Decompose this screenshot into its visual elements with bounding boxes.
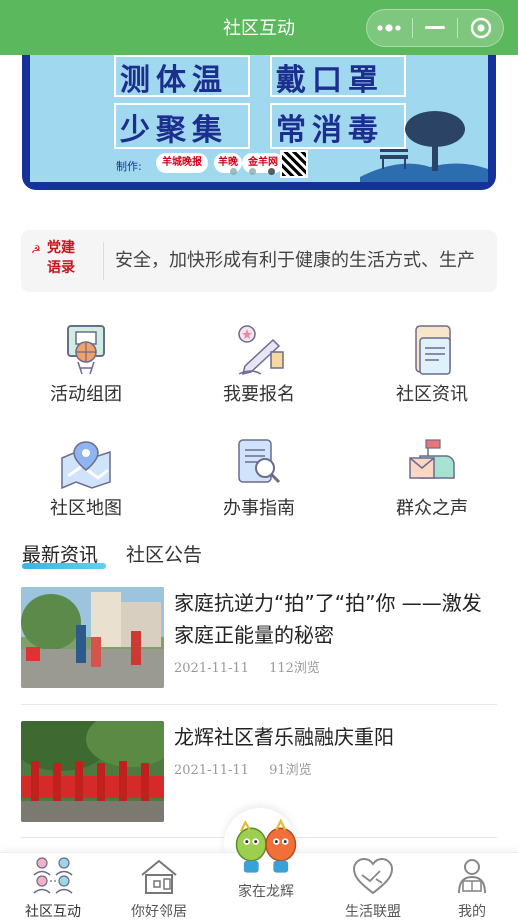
profile-reader-icon (458, 859, 486, 894)
newspaper-logo: 羊城晚报 (156, 153, 208, 173)
active-tab-indicator (22, 563, 106, 569)
banner-carousel[interactable]: 测体温 戴口罩 少聚集 常消毒 制作: 羊城晚报 羊晚 金羊网 (22, 55, 496, 190)
banner-text-mask: 戴口罩 (276, 63, 384, 98)
divider (103, 242, 104, 280)
banner-poster: 测体温 戴口罩 少聚集 常消毒 制作: 羊城晚报 羊晚 金羊网 (30, 55, 488, 182)
news-thumbnail (21, 587, 164, 688)
tab-community-interaction[interactable]: 社区互动 (1, 853, 105, 920)
more-dots-icon[interactable] (367, 10, 412, 46)
tab-hello-neighbor[interactable]: 你好邻居 (107, 853, 211, 920)
target-close-icon[interactable] (458, 10, 503, 46)
newspaper-scroll-icon (415, 325, 451, 375)
grid-label: 社区地图 (50, 498, 122, 519)
news-date: 2021-11-11 (174, 763, 249, 778)
news-meta: 2021-11-11 91浏览 (174, 759, 328, 778)
grid-item-activity-group[interactable]: 活动组团 (0, 322, 172, 406)
party-quote-tag: ☭ 党建 语录 (31, 238, 91, 278)
party-quote-bar[interactable]: ☭ 党建 语录 安全，加快形成有利于健康的生活方式、生产 (21, 230, 497, 292)
mailbox-icon (409, 439, 455, 479)
grid-item-service-guide[interactable]: 办事指南 (173, 436, 345, 520)
dragon-mascot-icon (235, 818, 297, 873)
tab-home-longhui[interactable]: 家在龙辉 (214, 818, 318, 920)
carousel-dot[interactable] (230, 168, 237, 175)
tab-community-notice[interactable]: 社区公告 (126, 540, 202, 567)
hammer-sickle-icon: ☭ (31, 243, 41, 256)
neighbor-house-icon (141, 859, 177, 894)
grid-item-community-map[interactable]: 社区地图 (0, 436, 172, 520)
bottom-tab-bar: 社区互动 你好邻居 家在龙辉 生活联盟 我的 (0, 818, 518, 920)
tab-life-alliance[interactable]: 生活联盟 (321, 853, 425, 920)
news-views: 112浏览 (269, 661, 320, 676)
community-people-icon (33, 857, 73, 894)
scrolling-quote-text: 安全，加快形成有利于健康的生活方式、生产 (115, 250, 475, 271)
list-divider (21, 704, 497, 705)
news-views: 91浏览 (269, 763, 312, 778)
nav-label: 家在龙辉 (238, 884, 294, 900)
carousel-dot[interactable] (249, 168, 256, 175)
guide-book-search-icon (238, 439, 281, 484)
qr-code (280, 150, 308, 178)
grid-label: 办事指南 (223, 498, 295, 519)
nav-label: 生活联盟 (345, 904, 401, 920)
grid-label: 群众之声 (396, 498, 468, 519)
news-title: 家庭抗逆力“拍”了“拍”你 ——激发家庭正能量的秘密 (174, 591, 482, 647)
news-item[interactable]: 龙辉社区耆乐融融庆重阳 2021-11-11 91浏览 (21, 721, 497, 822)
news-thumbnail (21, 721, 164, 822)
carousel-indicators (230, 168, 275, 175)
app-header: 社区互动 (0, 0, 518, 55)
banner-text-gather: 少聚集 (120, 113, 228, 148)
basketball-board-icon (67, 325, 105, 375)
minimize-icon[interactable] (413, 10, 458, 46)
nav-label: 你好邻居 (131, 904, 187, 920)
map-pin-icon (61, 441, 111, 490)
signup-pen-icon (238, 325, 284, 376)
grid-label: 活动组团 (50, 384, 122, 405)
tree-bench-illustration (360, 111, 488, 182)
grid-item-community-news[interactable]: 社区资讯 (346, 322, 518, 406)
grid-item-signup[interactable]: 我要报名 (173, 322, 345, 406)
news-date: 2021-11-11 (174, 661, 249, 676)
carousel-dot-active[interactable] (268, 168, 275, 175)
grid-label: 社区资讯 (396, 384, 468, 405)
grid-label: 我要报名 (223, 384, 295, 405)
nav-label: 社区互动 (25, 904, 81, 920)
banner-text-temp: 测体温 (120, 63, 228, 98)
tab-mine[interactable]: 我的 (420, 853, 518, 920)
grid-item-public-voice[interactable]: 群众之声 (346, 436, 518, 520)
tag-line-2: 语录 (47, 260, 75, 276)
heart-handshake-icon (352, 857, 394, 895)
news-item[interactable]: 家庭抗逆力“拍”了“拍”你 ——激发家庭正能量的秘密 2021-11-11 11… (21, 587, 497, 688)
news-meta: 2021-11-11 112浏览 (174, 657, 336, 676)
mini-program-capsule (366, 9, 504, 47)
nav-label: 我的 (458, 904, 486, 920)
banner-maker-label: 制作: (116, 160, 142, 173)
news-title: 龙辉社区耆乐融融庆重阳 (174, 725, 394, 749)
